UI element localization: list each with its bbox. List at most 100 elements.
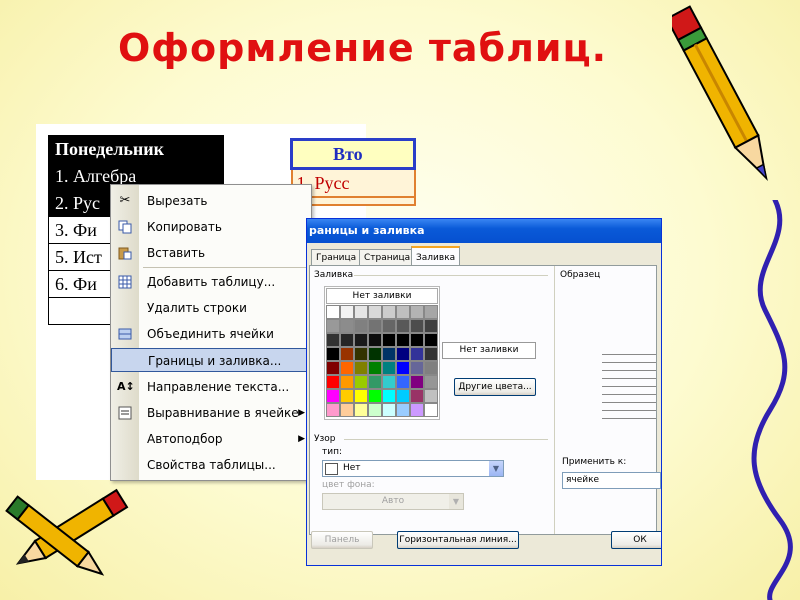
color-swatch[interactable]: [424, 403, 438, 417]
color-swatch[interactable]: [354, 305, 368, 319]
color-swatch[interactable]: [396, 389, 410, 403]
menu-item-copy[interactable]: Копировать: [111, 215, 311, 239]
color-swatch[interactable]: [326, 389, 340, 403]
color-swatch[interactable]: [326, 333, 340, 347]
color-swatch[interactable]: [396, 375, 410, 389]
color-swatch[interactable]: [368, 333, 382, 347]
bg-color-dropdown[interactable]: Авто ▼: [322, 493, 464, 510]
color-swatch[interactable]: [396, 333, 410, 347]
submenu-arrow-icon: ▶: [298, 434, 305, 444]
color-swatch[interactable]: [354, 333, 368, 347]
color-swatch[interactable]: [410, 347, 424, 361]
dialog-titlebar[interactable]: раницы и заливка: [307, 219, 661, 243]
color-swatch[interactable]: [382, 347, 396, 361]
menu-item-delete-rows[interactable]: Удалить строки: [111, 296, 311, 320]
color-swatch[interactable]: [396, 347, 410, 361]
color-swatch[interactable]: [424, 375, 438, 389]
color-swatch[interactable]: [340, 347, 354, 361]
color-swatch[interactable]: [340, 319, 354, 333]
color-swatch[interactable]: [340, 361, 354, 375]
color-swatch[interactable]: [326, 319, 340, 333]
color-swatch[interactable]: [410, 375, 424, 389]
context-menu: ✂ Вырезать Копировать Вставить Добавить …: [110, 184, 312, 481]
color-swatch[interactable]: [396, 403, 410, 417]
color-swatch[interactable]: [410, 403, 424, 417]
color-swatch[interactable]: [382, 333, 396, 347]
more-colors-button[interactable]: Другие цвета...: [454, 378, 536, 396]
color-swatch[interactable]: [382, 403, 396, 417]
color-swatch[interactable]: [354, 375, 368, 389]
menu-item-text-direction[interactable]: A↕ Направление текста...: [111, 375, 311, 399]
color-swatch[interactable]: [410, 333, 424, 347]
color-swatch[interactable]: [354, 319, 368, 333]
color-swatch[interactable]: [382, 305, 396, 319]
submenu-arrow-icon: ▶: [298, 408, 305, 418]
color-swatch[interactable]: [424, 347, 438, 361]
color-swatch[interactable]: [424, 319, 438, 333]
color-swatch[interactable]: [326, 361, 340, 375]
menu-item-label: Вырезать: [147, 194, 208, 208]
color-swatch[interactable]: [396, 361, 410, 375]
menu-item-cell-alignment[interactable]: Выравнивание в ячейке ▶: [111, 401, 311, 425]
color-swatch[interactable]: [340, 403, 354, 417]
color-swatch[interactable]: [340, 333, 354, 347]
color-swatch[interactable]: [382, 375, 396, 389]
chevron-down-icon: ▼: [489, 461, 503, 476]
color-swatch[interactable]: [424, 305, 438, 319]
insert-table-icon: [117, 275, 133, 289]
menu-item-table-properties[interactable]: Свойства таблицы...: [111, 453, 311, 477]
color-swatch[interactable]: [368, 403, 382, 417]
color-swatch[interactable]: [340, 375, 354, 389]
color-swatch[interactable]: [326, 305, 340, 319]
color-swatch[interactable]: [410, 361, 424, 375]
color-swatch[interactable]: [354, 389, 368, 403]
color-swatch[interactable]: [424, 361, 438, 375]
color-swatch[interactable]: [410, 389, 424, 403]
color-swatch[interactable]: [410, 319, 424, 333]
color-swatch[interactable]: [354, 403, 368, 417]
color-swatch[interactable]: [354, 347, 368, 361]
tab-border[interactable]: Граница: [311, 249, 362, 266]
merge-cells-icon: [117, 327, 133, 341]
menu-item-cut[interactable]: ✂ Вырезать: [111, 189, 311, 213]
ok-button[interactable]: ОК: [611, 531, 661, 549]
color-swatch[interactable]: [382, 361, 396, 375]
no-fill-swatch[interactable]: Нет заливки: [326, 288, 438, 304]
color-swatch[interactable]: [326, 375, 340, 389]
color-swatch[interactable]: [368, 347, 382, 361]
preview-line: [602, 354, 656, 355]
menu-item-label: Выравнивание в ячейке: [147, 406, 299, 420]
color-swatch[interactable]: [340, 305, 354, 319]
borders-shading-dialog: раницы и заливка Граница Страница Заливк…: [306, 218, 662, 566]
color-swatch[interactable]: [382, 389, 396, 403]
color-swatch[interactable]: [368, 361, 382, 375]
tab-page[interactable]: Страница: [359, 249, 416, 266]
preview-area: [602, 346, 656, 434]
color-swatch[interactable]: [368, 389, 382, 403]
color-swatch[interactable]: [326, 347, 340, 361]
color-swatch[interactable]: [396, 319, 410, 333]
color-swatch[interactable]: [354, 361, 368, 375]
color-swatch[interactable]: [326, 403, 340, 417]
menu-item-autofit[interactable]: Автоподбор ▶: [111, 427, 311, 451]
color-swatch[interactable]: [368, 305, 382, 319]
pattern-type-dropdown[interactable]: Нет ▼: [322, 460, 504, 477]
color-swatch[interactable]: [396, 305, 410, 319]
color-swatch[interactable]: [340, 389, 354, 403]
menu-item-borders-shading[interactable]: Границы и заливка...: [111, 348, 311, 372]
color-swatch[interactable]: [424, 389, 438, 403]
color-swatch[interactable]: [368, 319, 382, 333]
menu-item-insert-table[interactable]: Добавить таблицу...: [111, 270, 311, 294]
squiggle-decoration: [751, 200, 793, 600]
apply-to-dropdown[interactable]: ячейке: [562, 472, 661, 489]
color-swatch[interactable]: [382, 319, 396, 333]
menu-item-merge-cells[interactable]: Объединить ячейки: [111, 322, 311, 346]
panel-button[interactable]: Панель: [311, 531, 373, 549]
color-swatch[interactable]: [368, 375, 382, 389]
menu-separator: [143, 267, 309, 268]
color-swatch[interactable]: [424, 333, 438, 347]
menu-item-paste[interactable]: Вставить: [111, 241, 311, 265]
horizontal-line-button[interactable]: Горизонтальная линия...: [397, 531, 519, 549]
tab-panel-shading: Заливка Образец Нет заливки Нет заливки …: [309, 265, 661, 535]
color-swatch[interactable]: [410, 305, 424, 319]
